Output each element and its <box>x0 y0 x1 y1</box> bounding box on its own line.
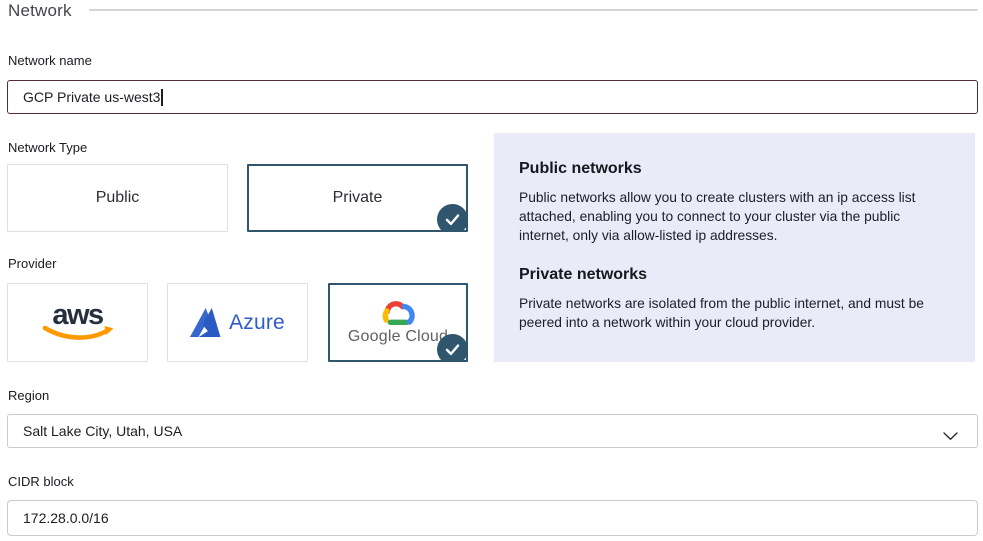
network-name-value: GCP Private us-west3 <box>23 89 160 105</box>
network-type-option-label: Public <box>96 189 140 207</box>
network-type-option-public[interactable]: Public <box>7 164 228 232</box>
network-name-input[interactable]: GCP Private us-west3 <box>7 80 978 114</box>
network-info-panel: Public networks Public networks allow yo… <box>494 133 975 362</box>
aws-logo-icon: aws <box>40 303 116 343</box>
region-label: Region <box>8 388 49 403</box>
azure-logo-text: Azure <box>229 311 285 335</box>
info-heading-public: Public networks <box>519 160 950 178</box>
selected-check-icon <box>437 334 468 362</box>
info-body-private: Private networks are isolated from the p… <box>519 295 950 333</box>
azure-logo-icon: Azure <box>190 308 285 337</box>
aws-logo-text: aws <box>52 303 102 328</box>
section-divider <box>89 9 978 11</box>
provider-label: Provider <box>8 256 56 271</box>
text-cursor <box>161 89 163 106</box>
region-select[interactable]: Salt Lake City, Utah, USA <box>7 414 978 448</box>
cidr-block-value: 172.28.0.0/16 <box>23 510 109 526</box>
network-name-label: Network name <box>8 53 92 68</box>
chevron-down-icon <box>943 428 958 444</box>
provider-option-azure[interactable]: Azure <box>167 283 308 362</box>
selected-check-icon <box>437 204 468 232</box>
info-heading-private: Private networks <box>519 266 950 284</box>
network-type-option-private[interactable]: Private <box>247 164 468 232</box>
provider-option-google-cloud[interactable]: Google Cloud <box>328 283 468 362</box>
google-cloud-logo-icon: Google Cloud <box>348 299 448 346</box>
page-title: Network <box>8 1 72 21</box>
google-cloud-logo-text: Google Cloud <box>348 328 448 346</box>
provider-option-aws[interactable]: aws <box>7 283 148 362</box>
network-type-label: Network Type <box>8 140 87 155</box>
info-body-public: Public networks allow you to create clus… <box>519 189 950 245</box>
cidr-block-input[interactable]: 172.28.0.0/16 <box>7 500 978 536</box>
cidr-block-label: CIDR block <box>8 474 74 489</box>
region-selected-value: Salt Lake City, Utah, USA <box>23 423 182 439</box>
network-type-option-label: Private <box>333 189 383 207</box>
